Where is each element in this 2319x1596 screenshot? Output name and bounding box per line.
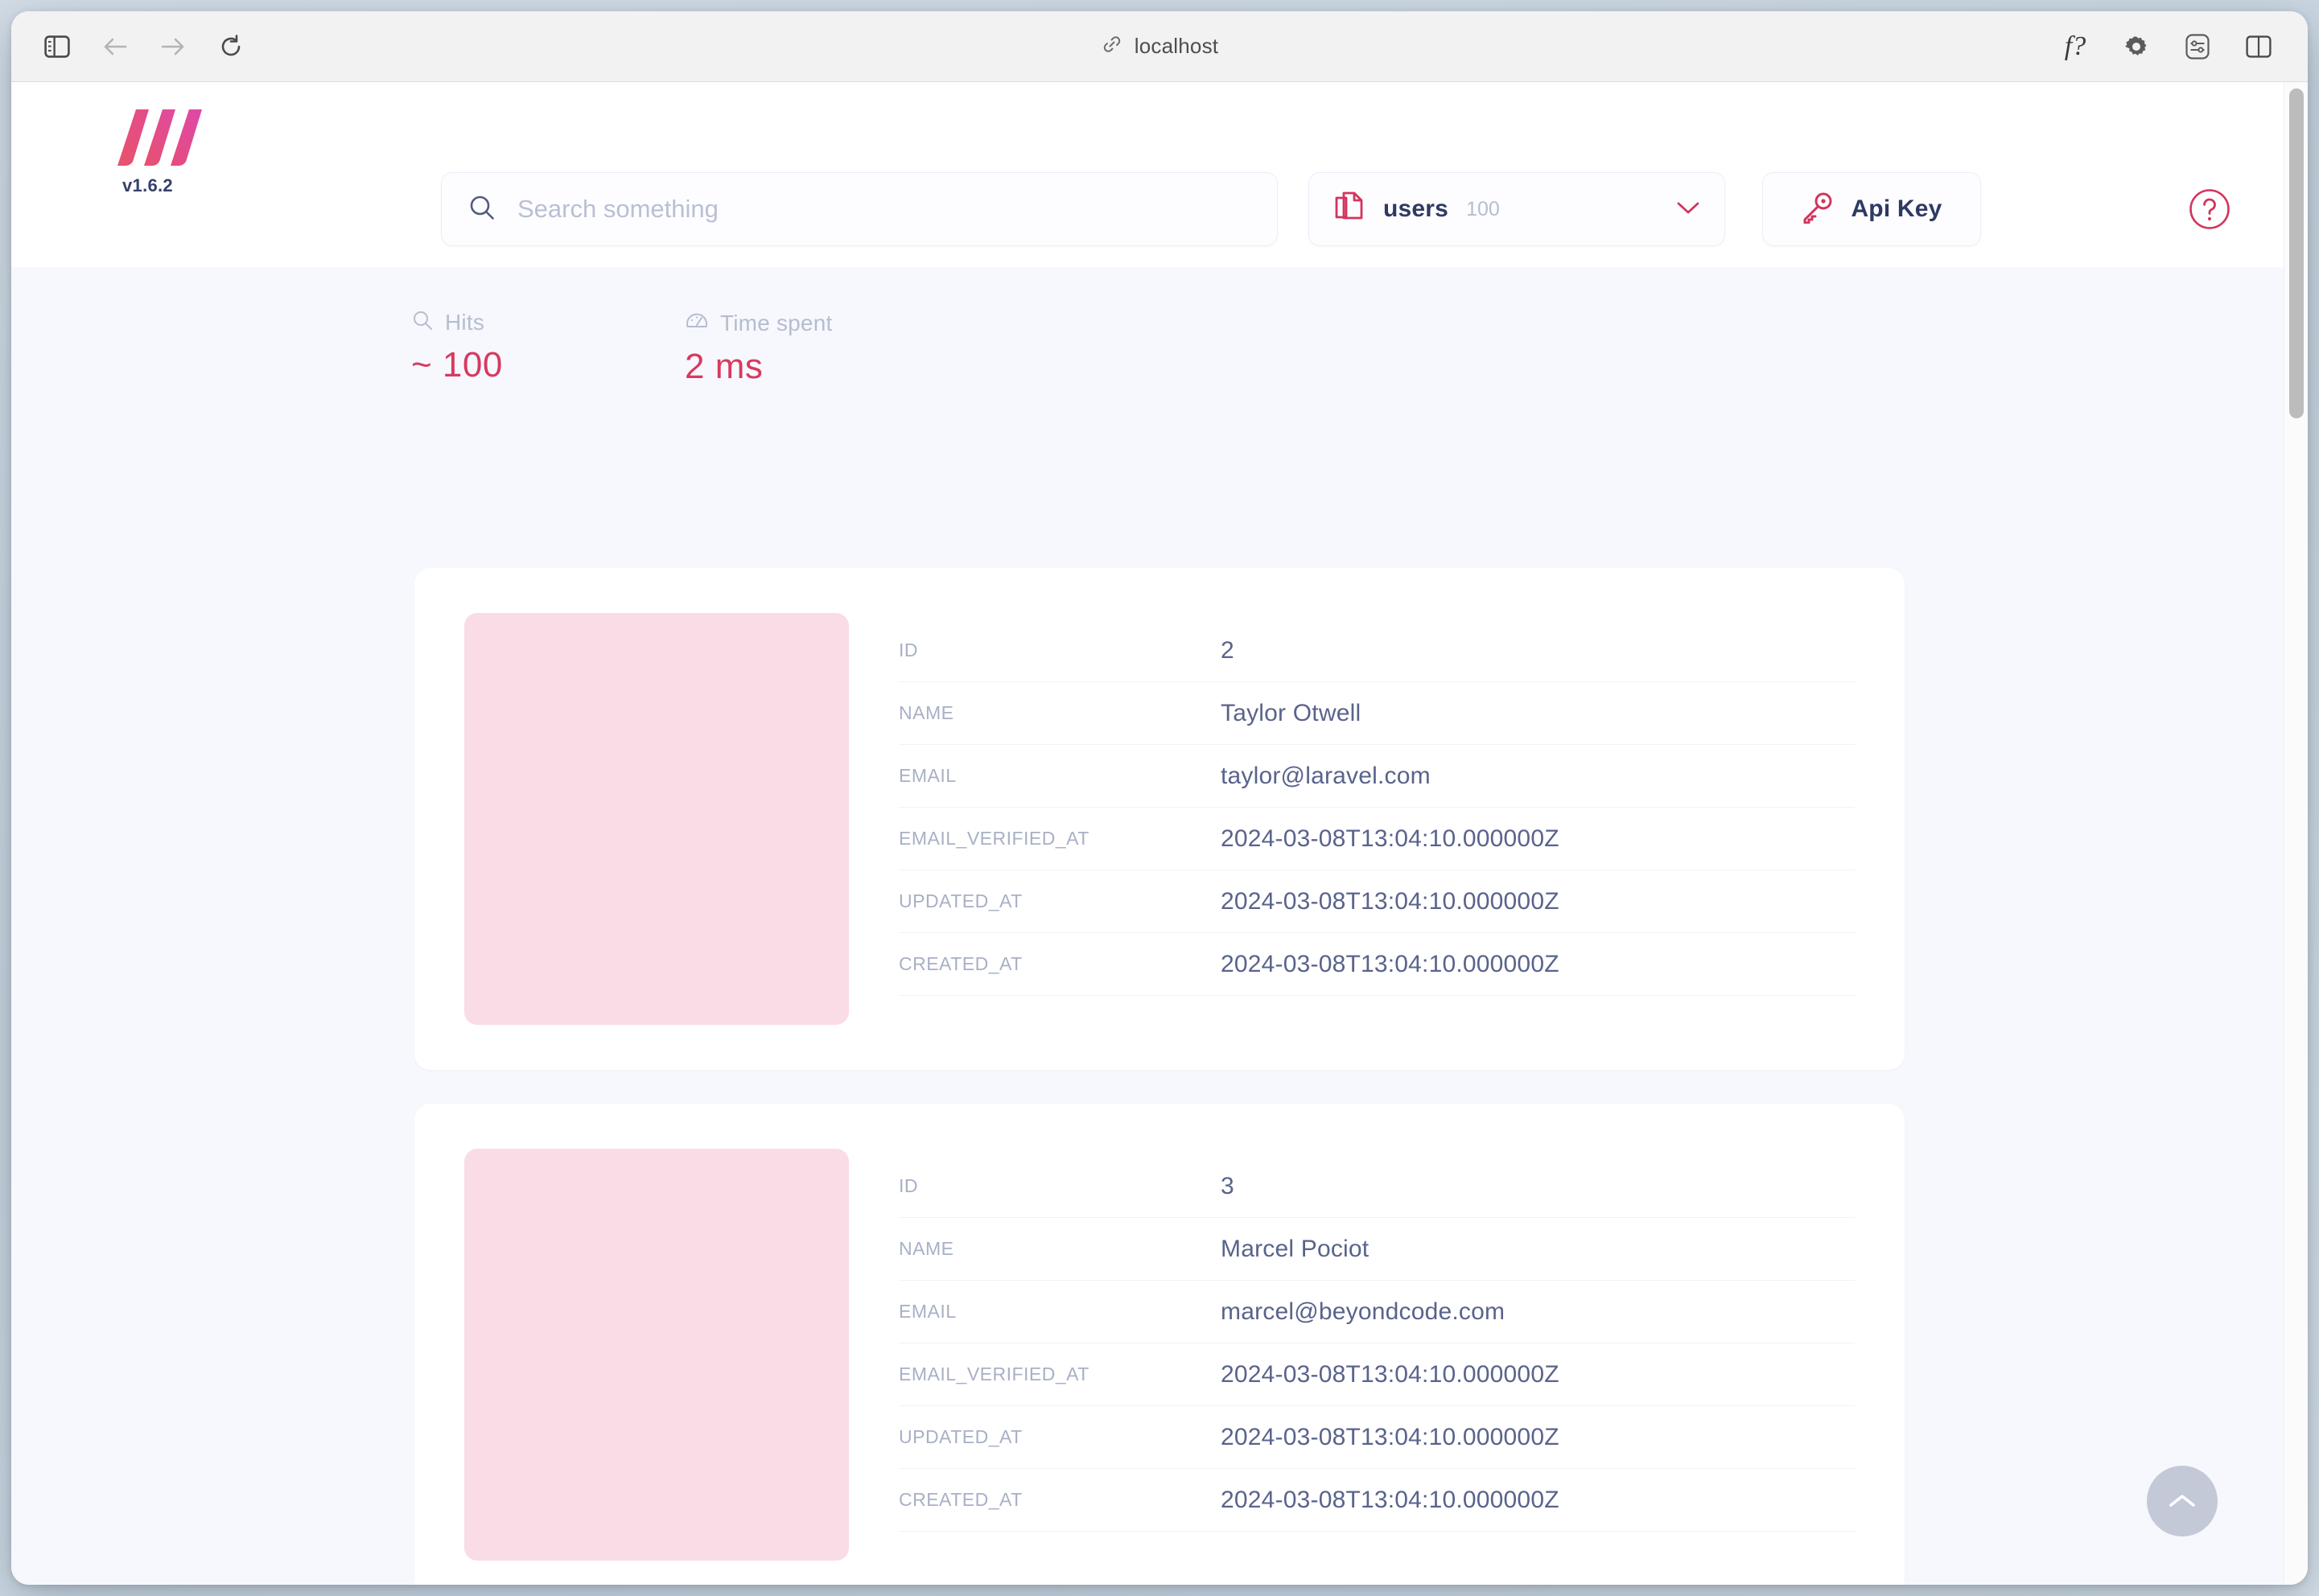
address-bar-url: localhost (1135, 34, 1218, 59)
toolbar-left-group (11, 30, 248, 64)
formula-icon[interactable]: f? (2058, 30, 2092, 64)
table-row: EMAIL taylor@laravel.com (899, 745, 1855, 808)
result-image-placeholder (464, 1149, 849, 1561)
search-icon (468, 193, 496, 226)
reload-icon[interactable] (214, 30, 248, 64)
field-key: ID (899, 640, 1221, 661)
stat-hits-head: Hits (411, 309, 503, 335)
formula-glyph: f? (2065, 33, 2086, 60)
field-value: 2024-03-08T13:04:10.000000Z (1221, 888, 1855, 915)
app-version: v1.6.2 (122, 175, 262, 196)
link-icon (1101, 33, 1123, 60)
help-button[interactable] (2189, 188, 2230, 230)
app-header: v1.6.2 (11, 82, 2308, 267)
table-row: NAME Marcel Pociot (899, 1218, 1855, 1281)
index-name-label: users (1383, 195, 1448, 223)
field-key: NAME (899, 1238, 1221, 1260)
table-row: CREATED_AT 2024-03-08T13:04:10.000000Z (899, 933, 1855, 996)
table-row: EMAIL_VERIFIED_AT 2024-03-08T13:04:10.00… (899, 1343, 1855, 1406)
page-scrollbar[interactable] (2284, 82, 2308, 1585)
api-key-button[interactable]: Api Key (1762, 172, 1981, 246)
stat-time-value: 2 ms (685, 347, 832, 387)
field-value: 2024-03-08T13:04:10.000000Z (1221, 1424, 1855, 1451)
table-row: ID 3 (899, 1155, 1855, 1218)
stat-hits-label: Hits (445, 310, 484, 335)
field-key: EMAIL_VERIFIED_AT (899, 828, 1221, 849)
browser-window: localhost f? (11, 11, 2308, 1585)
meilisearch-logo-icon (117, 108, 208, 167)
field-key: CREATED_AT (899, 1489, 1221, 1511)
results-list: ID 2 NAME Taylor Otwell EMAIL taylor@lar… (11, 468, 2308, 1585)
stat-time-label: Time spent (720, 311, 832, 336)
field-value: Taylor Otwell (1221, 700, 1855, 727)
api-key-label: Api Key (1851, 195, 1942, 223)
field-value: 2024-03-08T13:04:10.000000Z (1221, 825, 1855, 853)
scrollbar-thumb[interactable] (2289, 88, 2304, 418)
field-value: marcel@beyondcode.com (1221, 1298, 1855, 1326)
field-value: 2024-03-08T13:04:10.000000Z (1221, 1361, 1855, 1388)
field-value: Marcel Pociot (1221, 1236, 1855, 1263)
index-selector-dropdown[interactable]: users 100 (1308, 172, 1725, 246)
stats-bar: Hits ~ 100 (11, 267, 2308, 468)
table-row: NAME Taylor Otwell (899, 682, 1855, 745)
search-input[interactable] (517, 195, 1251, 224)
stat-hits-value: ~ 100 (411, 345, 503, 385)
table-row: EMAIL marcel@beyondcode.com (899, 1281, 1855, 1343)
table-row: CREATED_AT 2024-03-08T13:04:10.000000Z (899, 1469, 1855, 1532)
stat-time-head: Time spent (685, 309, 832, 337)
field-key: EMAIL (899, 765, 1221, 787)
browser-address-display[interactable]: localhost (11, 11, 2308, 81)
stat-time-spent: Time spent 2 ms (685, 309, 832, 387)
extension-gear-icon[interactable] (2119, 30, 2153, 64)
documents-icon (1333, 191, 1365, 228)
key-icon (1801, 191, 1835, 228)
field-value: 2 (1221, 637, 1855, 664)
field-key: ID (899, 1175, 1221, 1197)
field-key: EMAIL (899, 1301, 1221, 1322)
field-key: CREATED_AT (899, 953, 1221, 975)
field-value: 3 (1221, 1173, 1855, 1200)
chevron-up-icon (2167, 1491, 2197, 1511)
desktop-backdrop: localhost f? (0, 0, 2319, 1596)
result-card[interactable]: ID 2 NAME Taylor Otwell EMAIL taylor@lar… (414, 568, 1905, 1070)
table-row: UPDATED_AT 2024-03-08T13:04:10.000000Z (899, 1406, 1855, 1469)
table-row: ID 2 (899, 619, 1855, 682)
scroll-to-top-button[interactable] (2147, 1466, 2218, 1536)
gauge-icon (685, 309, 709, 337)
result-card[interactable]: ID 3 NAME Marcel Pociot EMAIL marcel@bey… (414, 1104, 1905, 1585)
stat-hits: Hits ~ 100 (411, 309, 503, 385)
field-value: 2024-03-08T13:04:10.000000Z (1221, 951, 1855, 978)
chevron-down-icon (1676, 200, 1700, 220)
table-row: EMAIL_VERIFIED_AT 2024-03-08T13:04:10.00… (899, 808, 1855, 870)
index-document-count: 100 (1466, 198, 1500, 221)
result-field-table: ID 2 NAME Taylor Otwell EMAIL taylor@lar… (899, 613, 1855, 1025)
browser-toolbar: localhost f? (11, 11, 2308, 82)
field-key: NAME (899, 702, 1221, 724)
brand-block: v1.6.2 (117, 108, 262, 196)
result-image-placeholder (464, 613, 849, 1025)
search-icon (411, 309, 434, 335)
question-circle-icon (2189, 188, 2230, 230)
table-row: UPDATED_AT 2024-03-08T13:04:10.000000Z (899, 870, 1855, 933)
toolbar-right-group: f? (2058, 30, 2308, 64)
reader-settings-icon[interactable] (2181, 30, 2214, 64)
search-box[interactable] (441, 172, 1278, 246)
field-value: 2024-03-08T13:04:10.000000Z (1221, 1487, 1855, 1514)
tab-overview-icon[interactable] (2242, 30, 2276, 64)
page-viewport: v1.6.2 (11, 82, 2308, 1585)
sidebar-toggle-icon[interactable] (40, 30, 74, 64)
field-key: UPDATED_AT (899, 891, 1221, 912)
field-key: UPDATED_AT (899, 1426, 1221, 1448)
field-key: EMAIL_VERIFIED_AT (899, 1364, 1221, 1385)
forward-arrow-icon[interactable] (156, 30, 190, 64)
field-value: taylor@laravel.com (1221, 763, 1855, 790)
back-arrow-icon[interactable] (98, 30, 132, 64)
result-field-table: ID 3 NAME Marcel Pociot EMAIL marcel@bey… (899, 1149, 1855, 1561)
